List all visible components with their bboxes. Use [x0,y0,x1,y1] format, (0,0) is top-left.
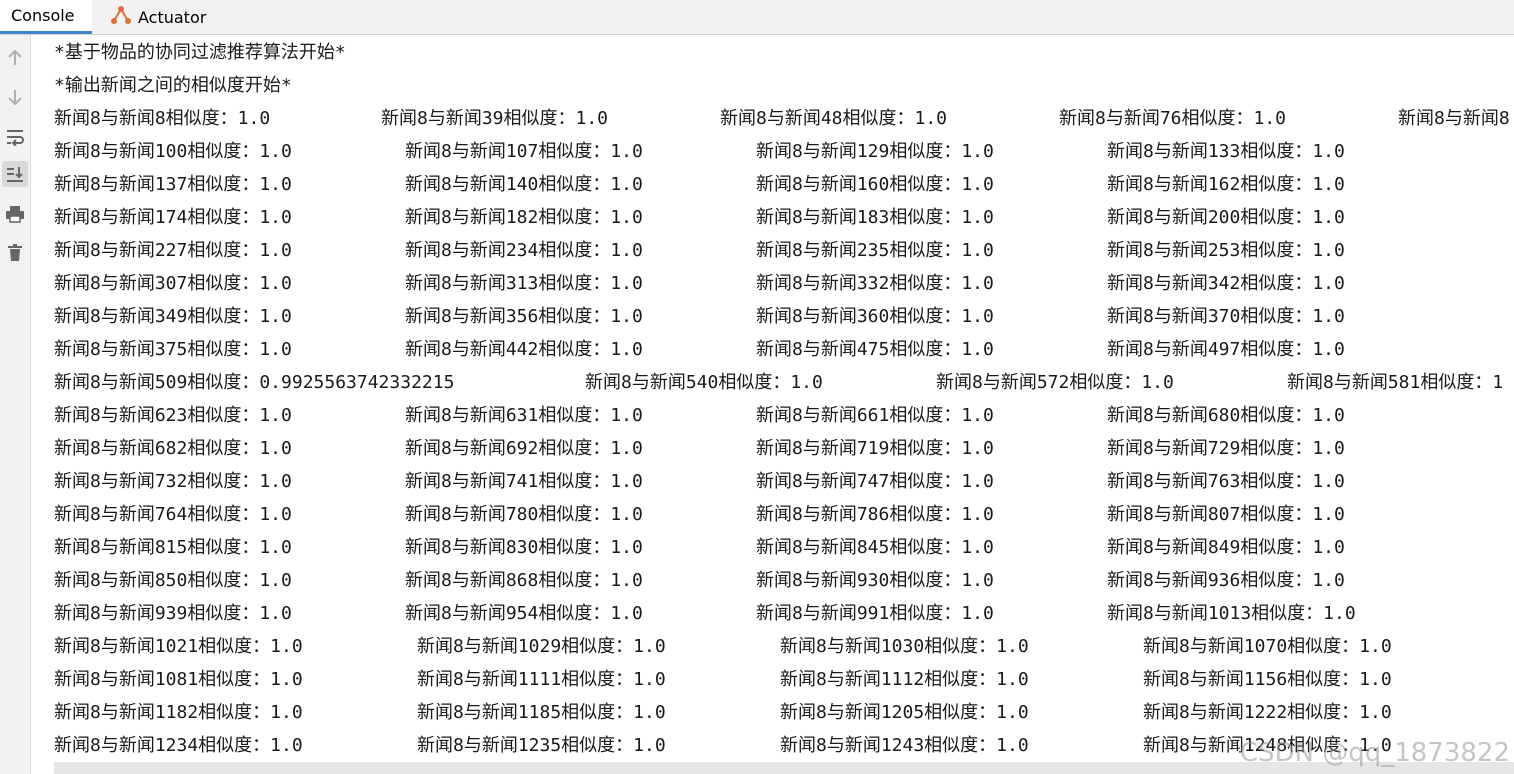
similarity-entry: 新闻8与新闻1222相似度：1.0 [1143,702,1392,723]
similarity-entry: 新闻8与新闻313相似度：1.0 [405,273,643,294]
similarity-entry: 新闻8与新闻1234相似度：1.0 [54,735,303,756]
similarity-entry: 新闻8与新闻747相似度：1.0 [756,471,994,492]
arrow-down-icon[interactable] [2,84,28,110]
similarity-entry: 新闻8与新闻845相似度：1.0 [756,537,994,558]
similarity-entry: 新闻8与新闻741相似度：1.0 [405,471,643,492]
similarity-entry: 新闻8与新闻1156相似度：1.0 [1143,669,1392,690]
similarity-entry: 新闻8与新闻137相似度：1.0 [54,174,292,195]
similarity-entry: 新闻8与新闻332相似度：1.0 [756,273,994,294]
similarity-entry: 新闻8与新闻235相似度：1.0 [756,240,994,261]
similarity-entry: 新闻8与新闻1029相似度：1.0 [417,636,666,657]
tab-actuator-label: Actuator [138,7,207,27]
similarity-entry: 新闻8与新闻1243相似度：1.0 [780,735,1029,756]
similarity-entry: 新闻8与新闻129相似度：1.0 [756,141,994,162]
actuator-icon [110,5,138,29]
tool-window-tab-bar: Console Actuator [0,0,1514,35]
similarity-entry: 新闻8与新闻174相似度：1.0 [54,207,292,228]
similarity-entry: 新闻8与新闻162相似度：1.0 [1107,174,1345,195]
console-header-line: *基于物品的协同过滤推荐算法开始* [54,42,346,63]
similarity-entry: 新闻8与新闻349相似度：1.0 [54,306,292,327]
console-toolbar [0,35,31,774]
soft-wrap-icon[interactable] [2,124,28,150]
similarity-entry: 新闻8与新闻253相似度：1.0 [1107,240,1345,261]
similarity-entry: 新闻8与新闻581相似度：1 [1287,372,1504,393]
similarity-entry: 新闻8与新闻729相似度：1.0 [1107,438,1345,459]
watermark-text: CSDN @qq_1873822 [1239,738,1510,768]
similarity-entry: 新闻8与新闻100相似度：1.0 [54,141,292,162]
similarity-entry: 新闻8与新闻342相似度：1.0 [1107,273,1345,294]
similarity-entry: 新闻8与新闻1070相似度：1.0 [1143,636,1392,657]
similarity-entry: 新闻8与新闻39相似度：1.0 [381,108,609,129]
tab-actuator[interactable]: Actuator [106,0,216,34]
similarity-entry: 新闻8与新闻623相似度：1.0 [54,405,292,426]
similarity-entry: 新闻8与新闻692相似度：1.0 [405,438,643,459]
similarity-entry: 新闻8与新闻1013相似度：1.0 [1107,603,1356,624]
similarity-entry: 新闻8与新闻234相似度：1.0 [405,240,643,261]
similarity-entry: 新闻8与新闻815相似度：1.0 [54,537,292,558]
similarity-entry: 新闻8与新闻939相似度：1.0 [54,603,292,624]
similarity-entry: 新闻8与新闻107相似度：1.0 [405,141,643,162]
similarity-entry: 新闻8与新闻183相似度：1.0 [756,207,994,228]
similarity-entry: 新闻8与新闻868相似度：1.0 [405,570,643,591]
similarity-entry: 新闻8与新闻930相似度：1.0 [756,570,994,591]
similarity-entry: 新闻8与新闻680相似度：1.0 [1107,405,1345,426]
print-icon[interactable] [2,201,28,227]
console-header-line: *输出新闻之间的相似度开始* [54,75,292,96]
similarity-entry: 新闻8与新闻830相似度：1.0 [405,537,643,558]
similarity-entry: 新闻8与新闻200相似度：1.0 [1107,207,1345,228]
similarity-entry: 新闻8与新闻1112相似度：1.0 [780,669,1029,690]
similarity-entry: 新闻8与新闻682相似度：1.0 [54,438,292,459]
similarity-entry: 新闻8与新闻133相似度：1.0 [1107,141,1345,162]
similarity-entry: 新闻8与新闻763相似度：1.0 [1107,471,1345,492]
similarity-entry: 新闻8与新闻8相似度：1.0 [54,108,271,129]
similarity-entry: 新闻8与新闻1235相似度：1.0 [417,735,666,756]
similarity-entry: 新闻8与新闻764相似度：1.0 [54,504,292,525]
similarity-entry: 新闻8与新闻160相似度：1.0 [756,174,994,195]
similarity-entry: 新闻8与新闻572相似度：1.0 [936,372,1174,393]
similarity-entry: 新闻8与新闻8 [1398,108,1510,129]
scroll-to-end-icon[interactable] [2,161,28,187]
similarity-entry: 新闻8与新闻807相似度：1.0 [1107,504,1345,525]
similarity-entry: 新闻8与新闻360相似度：1.0 [756,306,994,327]
similarity-entry: 新闻8与新闻442相似度：1.0 [405,339,643,360]
similarity-entry: 新闻8与新闻1081相似度：1.0 [54,669,303,690]
similarity-entry: 新闻8与新闻375相似度：1.0 [54,339,292,360]
similarity-entry: 新闻8与新闻991相似度：1.0 [756,603,994,624]
similarity-entry: 新闻8与新闻356相似度：1.0 [405,306,643,327]
tab-console[interactable]: Console [0,0,92,34]
similarity-entry: 新闻8与新闻509相似度：0.9925563742332215 [54,372,455,393]
arrow-up-icon[interactable] [2,45,28,71]
similarity-entry: 新闻8与新闻370相似度：1.0 [1107,306,1345,327]
similarity-entry: 新闻8与新闻849相似度：1.0 [1107,537,1345,558]
similarity-entry: 新闻8与新闻732相似度：1.0 [54,471,292,492]
similarity-entry: 新闻8与新闻182相似度：1.0 [405,207,643,228]
similarity-entry: 新闻8与新闻661相似度：1.0 [756,405,994,426]
console-output[interactable]: *基于物品的协同过滤推荐算法开始* *输出新闻之间的相似度开始* 新闻8与新闻8… [32,35,1514,774]
similarity-entry: 新闻8与新闻1182相似度：1.0 [54,702,303,723]
similarity-entry: 新闻8与新闻1185相似度：1.0 [417,702,666,723]
similarity-entry: 新闻8与新闻475相似度：1.0 [756,339,994,360]
similarity-entry: 新闻8与新闻1205相似度：1.0 [780,702,1029,723]
similarity-entry: 新闻8与新闻786相似度：1.0 [756,504,994,525]
similarity-entry: 新闻8与新闻954相似度：1.0 [405,603,643,624]
similarity-entry: 新闻8与新闻497相似度：1.0 [1107,339,1345,360]
similarity-entry: 新闻8与新闻936相似度：1.0 [1107,570,1345,591]
similarity-entry: 新闻8与新闻850相似度：1.0 [54,570,292,591]
similarity-entry: 新闻8与新闻780相似度：1.0 [405,504,643,525]
tab-console-label: Console [11,6,75,25]
similarity-entry: 新闻8与新闻307相似度：1.0 [54,273,292,294]
similarity-entry: 新闻8与新闻76相似度：1.0 [1059,108,1287,129]
similarity-entry: 新闻8与新闻719相似度：1.0 [756,438,994,459]
similarity-entry: 新闻8与新闻1021相似度：1.0 [54,636,303,657]
similarity-entry: 新闻8与新闻140相似度：1.0 [405,174,643,195]
similarity-entry: 新闻8与新闻540相似度：1.0 [585,372,823,393]
similarity-entry: 新闻8与新闻48相似度：1.0 [720,108,948,129]
trash-icon[interactable] [2,240,28,266]
similarity-entry: 新闻8与新闻227相似度：1.0 [54,240,292,261]
similarity-entry: 新闻8与新闻1111相似度：1.0 [417,669,666,690]
similarity-entry: 新闻8与新闻1030相似度：1.0 [780,636,1029,657]
similarity-entry: 新闻8与新闻631相似度：1.0 [405,405,643,426]
